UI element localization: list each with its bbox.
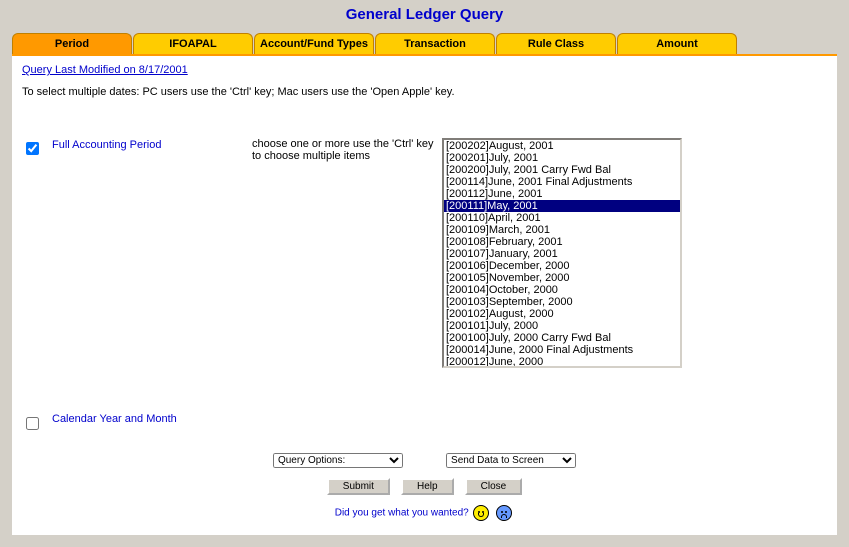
tab-amount[interactable]: Amount bbox=[617, 33, 737, 54]
feedback-text: Did you get what you wanted? bbox=[335, 508, 469, 519]
period-list-item[interactable]: [200104]October, 2000 bbox=[444, 284, 680, 296]
period-list-item[interactable]: [200102]August, 2000 bbox=[444, 308, 680, 320]
help-button[interactable]: Help bbox=[401, 478, 454, 495]
period-list-item[interactable]: [200111]May, 2001 bbox=[444, 200, 680, 212]
tab-account-fund-types[interactable]: Account/Fund Types bbox=[254, 33, 374, 54]
multiselect-hint: choose one or more use the 'Ctrl' key to… bbox=[252, 138, 442, 162]
tab-rule-class[interactable]: Rule Class bbox=[496, 33, 616, 54]
period-list-item[interactable]: [200110]April, 2001 bbox=[444, 212, 680, 224]
instructions-text: To select multiple dates: PC users use t… bbox=[22, 86, 827, 98]
submit-button[interactable]: Submit bbox=[327, 478, 390, 495]
send-data-select[interactable]: Send Data to Screen bbox=[446, 453, 576, 468]
period-list-item[interactable]: [200202]August, 2001 bbox=[444, 140, 680, 152]
period-list-item[interactable]: [200101]July, 2000 bbox=[444, 320, 680, 332]
tab-period[interactable]: Period bbox=[12, 33, 132, 54]
period-list-item[interactable]: [200109]March, 2001 bbox=[444, 224, 680, 236]
period-list-item[interactable]: [200014]June, 2000 Final Adjustments bbox=[444, 344, 680, 356]
tab-ifoapal[interactable]: IFOAPAL bbox=[133, 33, 253, 54]
tab-bar: Period IFOAPAL Account/Fund Types Transa… bbox=[12, 33, 849, 54]
period-list-item[interactable]: [200103]September, 2000 bbox=[444, 296, 680, 308]
period-list-item[interactable]: [200100]July, 2000 Carry Fwd Bal bbox=[444, 332, 680, 344]
page-title: General Ledger Query bbox=[0, 0, 849, 33]
happy-face-icon[interactable] bbox=[473, 505, 489, 521]
period-list-item[interactable]: [200114]June, 2001 Final Adjustments bbox=[444, 176, 680, 188]
accounting-period-list[interactable]: [200202]August, 2001[200201]July, 2001[2… bbox=[442, 138, 682, 368]
query-options-select[interactable]: Query Options: bbox=[273, 453, 403, 468]
period-list-item[interactable]: [200105]November, 2000 bbox=[444, 272, 680, 284]
period-list-item[interactable]: [200012]June, 2000 bbox=[444, 356, 680, 368]
tab-content: Query Last Modified on 8/17/2001 To sele… bbox=[12, 54, 837, 535]
sad-face-icon[interactable] bbox=[496, 505, 512, 521]
close-button[interactable]: Close bbox=[465, 478, 523, 495]
period-list-item[interactable]: [200106]December, 2000 bbox=[444, 260, 680, 272]
calendar-year-month-checkbox[interactable] bbox=[26, 417, 39, 430]
full-accounting-period-label: Full Accounting Period bbox=[52, 139, 161, 151]
period-list-item[interactable]: [200200]July, 2001 Carry Fwd Bal bbox=[444, 164, 680, 176]
period-list-item[interactable]: [200108]February, 2001 bbox=[444, 236, 680, 248]
period-list-item[interactable]: [200107]January, 2001 bbox=[444, 248, 680, 260]
period-list-item[interactable]: [200201]July, 2001 bbox=[444, 152, 680, 164]
query-last-modified-link[interactable]: Query Last Modified on 8/17/2001 bbox=[22, 64, 188, 76]
calendar-year-month-label: Calendar Year and Month bbox=[52, 413, 177, 425]
tab-transaction[interactable]: Transaction bbox=[375, 33, 495, 54]
period-list-item[interactable]: [200112]June, 2001 bbox=[444, 188, 680, 200]
full-accounting-period-checkbox[interactable] bbox=[26, 142, 39, 155]
